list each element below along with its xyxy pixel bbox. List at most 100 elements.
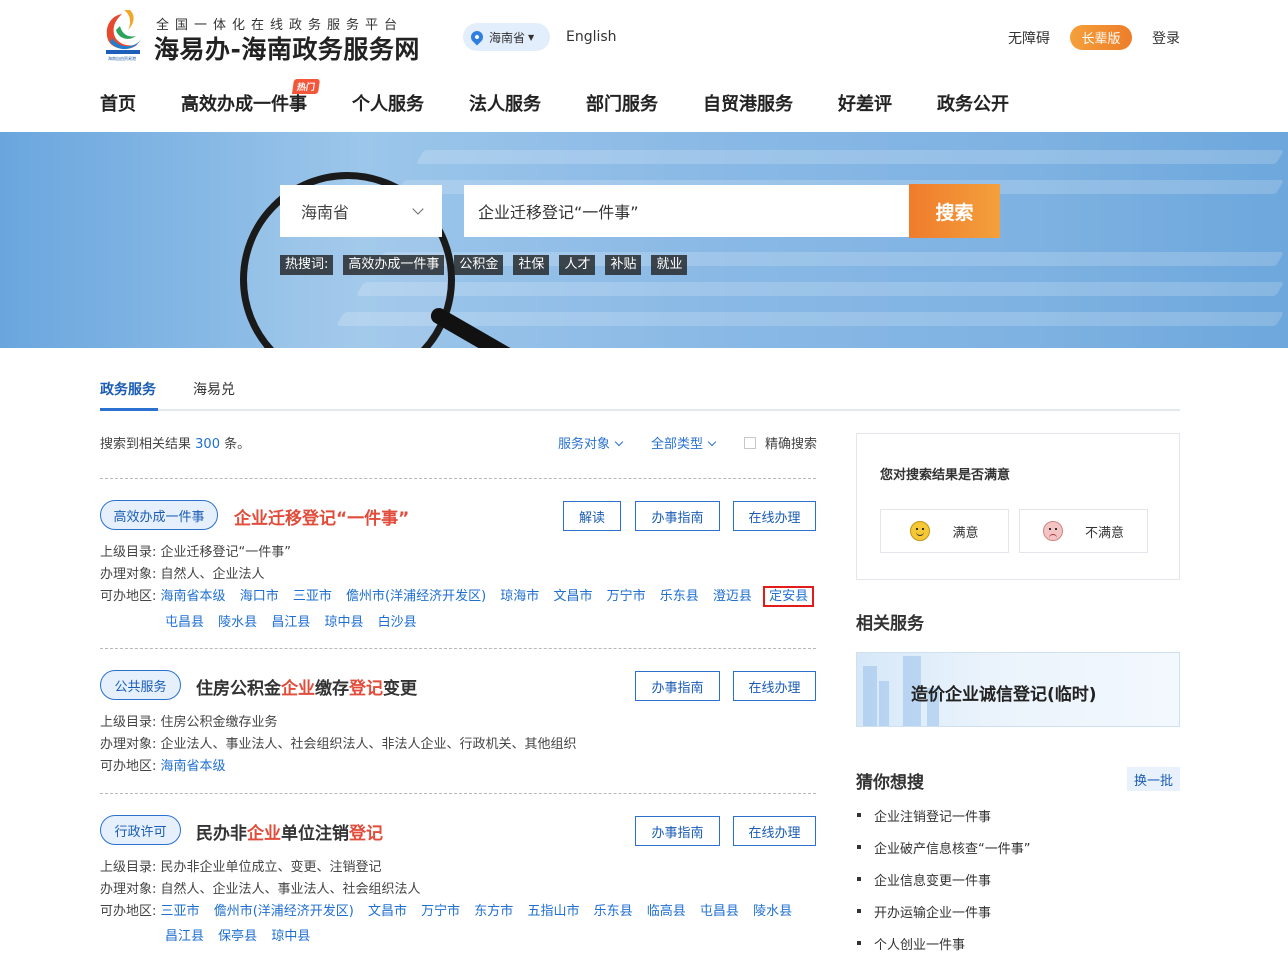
guess-item[interactable]: 开办运输企业一件事: [856, 902, 1180, 934]
region-link[interactable]: 澄迈县: [713, 589, 752, 604]
region-selector[interactable]: 海南省 ▼: [463, 23, 550, 51]
search-region-select[interactable]: 海南省: [280, 185, 442, 237]
item-tag: 行政许可: [100, 815, 181, 845]
result-count: 300: [195, 437, 220, 452]
catalog-value: 住房公积金缴存业务: [160, 715, 278, 730]
guess-list: 企业注销登记一件事 企业破产信息核查“一件事” 企业信息变更一件事 开办运输企业…: [856, 806, 1180, 966]
region-link[interactable]: 万宁市: [421, 904, 460, 919]
region-link[interactable]: 海南省本级: [161, 589, 226, 604]
region-link[interactable]: 屯昌县: [700, 904, 739, 919]
filter-service-target[interactable]: 服务对象: [558, 433, 624, 452]
region-link[interactable]: 昌江县: [165, 929, 204, 944]
precise-search-toggle[interactable]: 精确搜索: [744, 433, 817, 452]
tab-gov-service[interactable]: 政务服务: [100, 379, 156, 399]
guide-button[interactable]: 办事指南: [635, 671, 720, 701]
hot-word[interactable]: 补贴: [605, 255, 642, 275]
unsatisfied-button[interactable]: 不满意: [1019, 509, 1148, 553]
related-service-card[interactable]: 造价企业诚信登记(临时): [856, 652, 1180, 727]
region-link[interactable]: 乐东县: [594, 904, 633, 919]
search-input[interactable]: [464, 185, 909, 237]
satisfied-button[interactable]: 满意: [880, 509, 1009, 553]
hot-word[interactable]: 高效办成一件事: [343, 255, 445, 275]
nav-one-thing-label: 高效办成一件事: [181, 94, 307, 115]
region-link[interactable]: 白沙县: [378, 615, 417, 630]
guide-button[interactable]: 办事指南: [635, 501, 720, 531]
region-link[interactable]: 五指山市: [527, 904, 579, 919]
target-label: 办理对象:: [100, 882, 157, 897]
region-link[interactable]: 保亭县: [218, 929, 257, 944]
site-logo[interactable]: 海南自由贸易港 全国一体化在线政务服务平台 海易办-海南政务服务网: [100, 8, 440, 64]
region-link[interactable]: 海口市: [240, 589, 279, 604]
region-link[interactable]: 屯昌县: [165, 615, 204, 630]
nav-open-gov[interactable]: 政务公开: [937, 90, 1009, 116]
smile-face-icon: [910, 521, 931, 541]
caret-down-icon: ▼: [528, 32, 535, 42]
item-tag: 高效办成一件事: [100, 500, 218, 530]
divider: [100, 793, 816, 794]
satisfaction-panel: 您对搜索结果是否满意 满意 不满意: [856, 433, 1180, 580]
hot-word[interactable]: 社保: [513, 255, 550, 275]
guess-item[interactable]: 企业破产信息核查“一件事”: [856, 838, 1180, 870]
filter-type[interactable]: 全部类型: [651, 433, 717, 452]
region-link[interactable]: 陵水县: [218, 615, 257, 630]
login-link[interactable]: 登录: [1152, 28, 1180, 48]
nav-ftp[interactable]: 自贸港服务: [703, 90, 793, 116]
region-link-highlighted[interactable]: 定安县: [763, 586, 815, 607]
nav-one-thing[interactable]: 高效办成一件事 热门: [181, 79, 321, 116]
region-link[interactable]: 文昌市: [368, 904, 407, 919]
item-regions: 可办地区: 海南省本级 海口市 三亚市 儋州市(洋浦经济开发区) 琼海市 文昌市…: [100, 585, 824, 607]
item-title[interactable]: 住房公积金企业缴存登记变更: [196, 674, 417, 699]
result-summary: 搜索到相关结果 300 条。: [100, 433, 250, 452]
hot-word[interactable]: 公积金: [454, 255, 504, 275]
keyboard-decor: [355, 282, 1285, 296]
accessibility-link[interactable]: 无障碍: [1008, 28, 1050, 48]
guess-item[interactable]: 企业注销登记一件事: [856, 806, 1180, 838]
site-header: 海南自由贸易港 全国一体化在线政务服务平台 海易办-海南政务服务网 海南省 ▼ …: [0, 0, 1288, 132]
hot-word[interactable]: 就业: [651, 255, 688, 275]
online-handle-button[interactable]: 在线办理: [733, 816, 816, 846]
region-link[interactable]: 琼海市: [500, 589, 539, 604]
nav-personal[interactable]: 个人服务: [352, 90, 424, 116]
target-label: 办理对象:: [100, 737, 157, 752]
region-link[interactable]: 昌江县: [271, 615, 310, 630]
region-link[interactable]: 琼中县: [271, 929, 310, 944]
region-link[interactable]: 乐东县: [660, 589, 699, 604]
online-handle-button[interactable]: 在线办理: [733, 501, 816, 531]
guess-item[interactable]: 企业信息变更一件事: [856, 870, 1180, 902]
nav-legal[interactable]: 法人服务: [469, 90, 541, 116]
tab-haiyidui[interactable]: 海易兑: [193, 379, 235, 399]
nav-rating[interactable]: 好差评: [838, 90, 892, 116]
elder-mode-button[interactable]: 长辈版: [1070, 25, 1132, 50]
title-keyword: 企业: [281, 679, 315, 699]
region-link[interactable]: 陵水县: [753, 904, 792, 919]
item-regions: 可办地区: 海南省本级: [100, 755, 236, 774]
item-title[interactable]: 民办非企业单位注销登记: [196, 819, 383, 844]
item-title[interactable]: 企业迁移登记“一件事”: [234, 504, 409, 529]
logo-caption: 海南自由贸易港: [108, 56, 136, 61]
guess-item[interactable]: 个人创业一件事: [856, 934, 1180, 966]
catalog-value: 民办非企业单位成立、变更、注销登记: [160, 860, 382, 875]
region-link[interactable]: 文昌市: [553, 589, 592, 604]
region-link[interactable]: 海南省本级: [161, 759, 226, 774]
online-handle-button[interactable]: 在线办理: [733, 671, 816, 701]
hot-word[interactable]: 人才: [559, 255, 596, 275]
region-link[interactable]: 琼中县: [324, 615, 363, 630]
nav-department[interactable]: 部门服务: [586, 90, 658, 116]
english-link[interactable]: English: [566, 29, 617, 45]
region-link[interactable]: 三亚市: [161, 904, 200, 919]
catalog-label: 上级目录:: [100, 860, 157, 875]
refresh-batch-button[interactable]: 换一批: [1127, 767, 1180, 791]
guide-button[interactable]: 办事指南: [635, 816, 720, 846]
region-link[interactable]: 临高县: [647, 904, 686, 919]
precise-search-checkbox[interactable]: [744, 436, 756, 449]
region-link[interactable]: 儋州市(洋浦经济开发区): [214, 904, 354, 919]
search-button[interactable]: 搜索: [909, 184, 1000, 238]
interpret-button[interactable]: 解读: [563, 501, 621, 531]
region-link[interactable]: 三亚市: [293, 589, 332, 604]
region-link[interactable]: 儋州市(洋浦经济开发区): [346, 589, 486, 604]
item-target: 办理对象: 企业法人、事业法人、社会组织法人、非法人企业、行政机关、其他组织: [100, 733, 577, 752]
location-pin-icon: [468, 28, 486, 46]
nav-home[interactable]: 首页: [100, 90, 136, 116]
region-link[interactable]: 东方市: [474, 904, 513, 919]
region-link[interactable]: 万宁市: [607, 589, 646, 604]
